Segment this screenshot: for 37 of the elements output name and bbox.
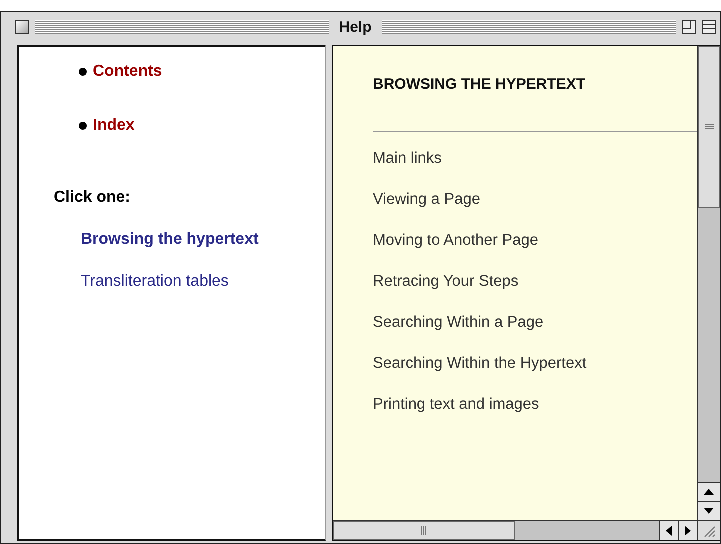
resize-handle[interactable] — [697, 520, 720, 540]
bullet-icon — [79, 68, 87, 76]
page-heading: BROWSING THE HYPERTEXT — [373, 76, 587, 93]
scroll-right-button[interactable] — [678, 521, 697, 540]
title-bar-stripes[interactable] — [382, 20, 676, 34]
horizontal-scrollbar[interactable] — [333, 520, 697, 540]
close-box-icon[interactable] — [15, 20, 29, 34]
window-title: Help — [338, 18, 373, 36]
collapse-box-icon[interactable] — [702, 20, 716, 34]
topic-link[interactable]: Browsing the hypertext — [81, 231, 325, 249]
prompt-label: Click one: — [54, 189, 132, 207]
right-arrow-icon — [685, 526, 691, 536]
grip-icon — [704, 124, 714, 130]
up-arrow-icon — [704, 489, 714, 495]
nav-link[interactable]: Contents — [93, 63, 162, 81]
grip-icon — [421, 526, 427, 535]
scroll-thumb[interactable] — [333, 521, 515, 540]
topic-link[interactable]: Transliteration tables — [81, 273, 325, 291]
topic-item[interactable]: Moving to Another Page — [373, 232, 697, 250]
bullet-icon — [79, 122, 87, 130]
topic-item[interactable]: Searching Within the Hypertext — [373, 355, 697, 373]
topic-item[interactable]: Printing text and images — [373, 396, 697, 414]
vertical-scrollbar[interactable] — [697, 46, 720, 520]
zoom-box-icon[interactable] — [682, 20, 696, 34]
scroll-left-button[interactable] — [659, 521, 678, 540]
title-bar-stripes[interactable] — [35, 20, 330, 34]
topic-item[interactable]: Viewing a Page — [373, 191, 697, 209]
topic-item[interactable]: Searching Within a Page — [373, 314, 697, 332]
scroll-up-button[interactable] — [698, 482, 720, 501]
topic-item[interactable]: Main links — [373, 150, 697, 168]
scroll-thumb[interactable] — [698, 46, 720, 208]
scroll-down-button[interactable] — [698, 501, 720, 520]
nav-link[interactable]: Index — [93, 117, 135, 135]
grip-lines-icon — [703, 524, 715, 536]
left-arrow-icon — [666, 526, 672, 536]
down-arrow-icon — [704, 508, 714, 514]
topic-item[interactable]: Retracing Your Steps — [373, 273, 697, 291]
